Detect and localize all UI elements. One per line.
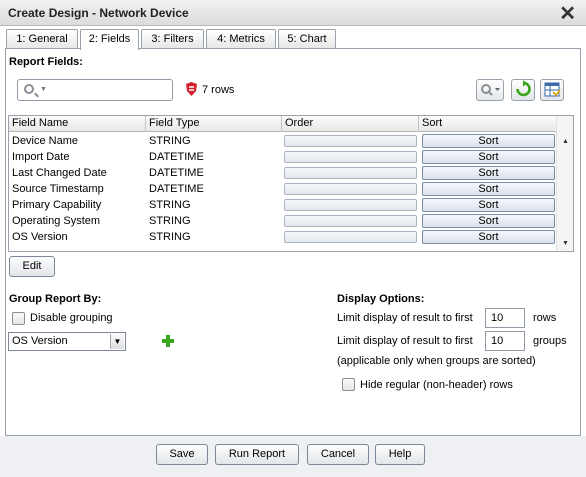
sort-button[interactable]: Sort [422,134,555,148]
field-type-cell: DATETIME [149,167,204,179]
refresh-icon [516,80,531,97]
run-report-button[interactable]: Run Report [215,444,299,465]
close-icon[interactable]: ✕ [559,1,576,26]
sort-button[interactable]: Sort [422,230,555,244]
edit-button[interactable]: Edit [9,256,55,277]
field-name-cell: Source Timestamp [12,183,104,195]
order-field[interactable] [284,231,417,243]
table-row[interactable]: Last Changed Date DATETIME Sort [9,165,557,181]
limit-groups-input[interactable]: 10 [485,331,525,351]
hide-rows-label: Hide regular (non-header) rows [360,379,513,391]
limit-rows-input[interactable]: 10 [485,308,525,328]
table-row[interactable]: Operating System STRING Sort [9,213,557,229]
field-type-cell: DATETIME [149,151,204,163]
limit-rows-unit: rows [533,312,557,324]
field-type-cell: STRING [149,231,191,243]
window-title: Create Design - Network Device [8,6,189,20]
cancel-button[interactable]: Cancel [307,444,369,465]
scroll-up-icon[interactable]: ▲ [562,138,569,145]
group-by-select[interactable]: OS Version ▼ [8,332,126,351]
table-row[interactable]: Device Name STRING Sort [9,133,557,149]
field-type-cell: STRING [149,135,191,147]
table-row[interactable]: Source Timestamp DATETIME Sort [9,181,557,197]
chevron-down-icon: ▼ [110,334,124,349]
report-fields-heading: Report Fields: [9,56,83,68]
search-options-icon [481,84,500,96]
rows-count: 7 rows [202,84,235,96]
tab-fields[interactable]: 2: Fields [80,29,139,50]
table-row[interactable]: Import Date DATETIME Sort [9,149,557,165]
tab-general[interactable]: 1: General [6,29,78,49]
field-type-cell: DATETIME [149,183,204,195]
order-field[interactable] [284,215,417,227]
field-name-cell: Operating System [12,215,101,227]
disable-grouping-checkbox[interactable] [12,312,25,325]
title-bar: Create Design - Network Device ✕ [0,0,586,26]
table-header: Field Name Field Type Order Sort [9,116,557,132]
help-button[interactable]: Help [375,444,425,465]
column-chooser-button[interactable] [540,79,564,101]
display-options-heading: Display Options: [337,293,425,305]
groups-sorted-note: (applicable only when groups are sorted) [337,355,536,367]
group-by-heading: Group Report By: [9,293,102,305]
search-icon [24,84,34,94]
column-header-field-name[interactable]: Field Name [9,116,146,132]
disable-grouping-label: Disable grouping [30,312,113,324]
scroll-down-icon[interactable]: ▼ [562,240,569,247]
sort-button[interactable]: Sort [422,198,555,212]
limit-groups-unit: groups [533,335,567,347]
sort-button[interactable]: Sort [422,150,555,164]
sort-button[interactable]: Sort [422,214,555,228]
order-field[interactable] [284,167,417,179]
limit-groups-label: Limit display of result to first [337,335,473,347]
tab-filters[interactable]: 3: Filters [141,29,204,49]
table-row[interactable]: OS Version STRING Sort [9,229,557,245]
add-plus-icon[interactable] [162,335,174,347]
column-header-sort[interactable]: Sort [419,116,557,132]
sort-button[interactable]: Sort [422,182,555,196]
field-name-cell: Primary Capability [12,199,102,211]
search-options-button[interactable] [476,79,504,101]
column-header-order[interactable]: Order [282,116,419,132]
table-row[interactable]: Primary Capability STRING Sort [9,197,557,213]
chevron-down-icon: ▼ [40,86,47,93]
field-type-cell: STRING [149,215,191,227]
column-header-field-type[interactable]: Field Type [146,116,282,132]
order-field[interactable] [284,151,417,163]
tab-metrics[interactable]: 4: Metrics [206,29,276,49]
refresh-button[interactable] [511,79,535,101]
limit-rows-label: Limit display of result to first [337,312,473,324]
field-name-cell: OS Version [12,231,68,243]
field-name-cell: Last Changed Date [12,167,107,179]
group-by-value: OS Version [12,335,68,347]
tab-chart[interactable]: 5: Chart [278,29,336,49]
column-chooser-icon [544,82,561,97]
search-input[interactable]: ▼ [17,79,173,101]
field-name-cell: Import Date [12,151,70,163]
order-field[interactable] [284,183,417,195]
report-fields-table: Field Name Field Type Order Sort Device … [8,115,574,252]
order-field[interactable] [284,135,417,147]
table-scrollbar[interactable]: ▲ ▼ [556,116,573,251]
field-type-cell: STRING [149,199,191,211]
field-name-cell: Device Name [12,135,79,147]
sort-button[interactable]: Sort [422,166,555,180]
save-button[interactable]: Save [156,444,208,465]
order-field[interactable] [284,199,417,211]
hide-rows-checkbox[interactable] [342,378,355,391]
rows-shield-icon [186,82,197,96]
